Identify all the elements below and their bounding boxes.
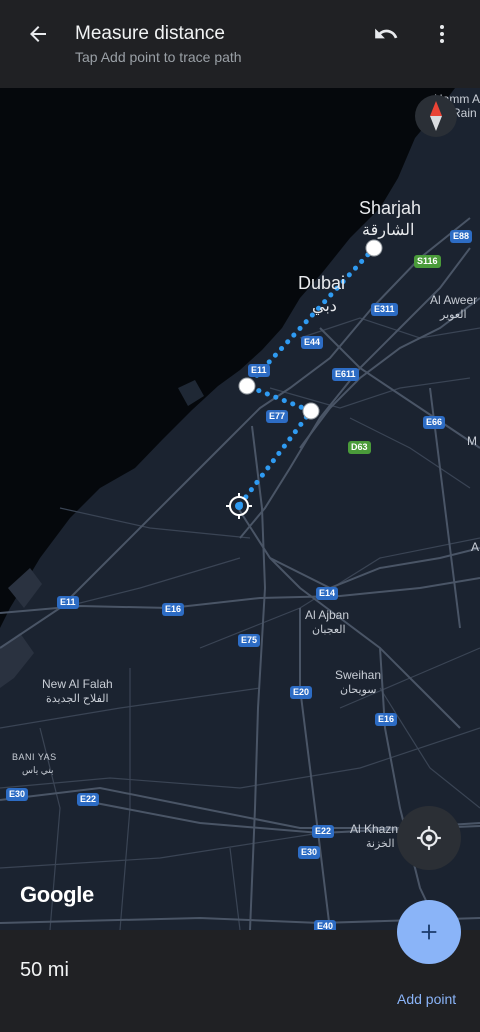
add-point-label[interactable]: Add point [397,991,456,1007]
road-shield-e77: E77 [266,410,289,423]
road-shield-e14: E14 [316,587,339,600]
place-label-al-ajban-ar: العجبان [312,624,346,636]
arrow-back-icon [30,26,46,42]
gps-fixed-icon [417,826,441,850]
road-shield-e20: E20 [290,686,313,699]
place-label-new-al-falah: New Al Falah [42,677,113,691]
road-shield-e11-west: E11 [57,596,79,609]
place-label-sweihan: Sweihan [335,668,382,682]
more-options-button[interactable] [424,16,460,52]
city-label-sharjah: Sharjah [359,198,422,218]
road-shield-s116: S116 [414,255,441,268]
place-label-al-aweer-ar: العوير [440,309,467,321]
place-label-sweihan-ar: سويحان [340,684,377,696]
top-app-bar: Measure distance Tap Add point to trace … [0,0,480,88]
place-label-al-aweer: Al Aweer [430,293,478,307]
road-shield-e44: E44 [301,336,324,349]
city-label-dubai: Dubai [298,273,346,293]
page-title: Measure distance [75,23,225,44]
path-point-2 [238,377,256,395]
place-label-bani-yas: BANI YAS [12,752,57,762]
road-shield-e22-west: E22 [77,793,100,806]
distance-readout: 50 mi [20,959,69,981]
place-label-edge-m: M [467,434,477,448]
undo-icon [375,28,398,39]
path-point-1 [365,239,383,257]
road-shield-e30-east: E30 [298,846,321,859]
page-subtitle: Tap Add point to trace path [75,49,242,65]
more-vert-icon [440,25,444,43]
my-location-button[interactable] [397,806,461,870]
road-shield-e66: E66 [423,416,446,429]
road-shield-e40: E40 [314,920,337,930]
road-shield-e75: E75 [238,634,261,647]
place-label-edge-a: A [471,540,480,554]
city-label-sharjah-ar: الشارقة [362,222,415,239]
plus-icon [421,924,437,940]
place-label-al-ajban: Al Ajban [305,608,350,622]
map-canvas[interactable]: Sharjah الشارقة Dubai دبي Al Aweer العوي… [0,88,480,930]
compass-icon [430,101,442,131]
road-shield-e88: E88 [450,230,473,243]
place-label-al-khazna-ar: الخزنة [366,838,395,850]
back-button[interactable] [18,16,58,52]
road-shield-e311: E311 [371,303,398,316]
place-label-bani-yas-ar: بني ياس [22,765,54,775]
road-shield-e30-west: E30 [6,788,29,801]
add-point-button[interactable] [397,900,461,964]
city-label-dubai-ar: دبي [312,298,337,315]
road-shield-e22-east: E22 [312,825,335,838]
road-shield-e611: E611 [332,368,359,381]
road-shield-e16-south: E16 [375,713,398,726]
compass-button[interactable] [415,95,457,137]
undo-button[interactable] [366,16,406,52]
road-shield-e16: E16 [162,603,185,616]
google-logo: Google [20,882,94,907]
path-point-3 [302,402,320,420]
road-shield-d63: D63 [348,441,371,454]
place-label-new-al-falah-ar: الفلاح الجديدة [46,693,109,705]
road-shield-e11: E11 [248,364,270,377]
